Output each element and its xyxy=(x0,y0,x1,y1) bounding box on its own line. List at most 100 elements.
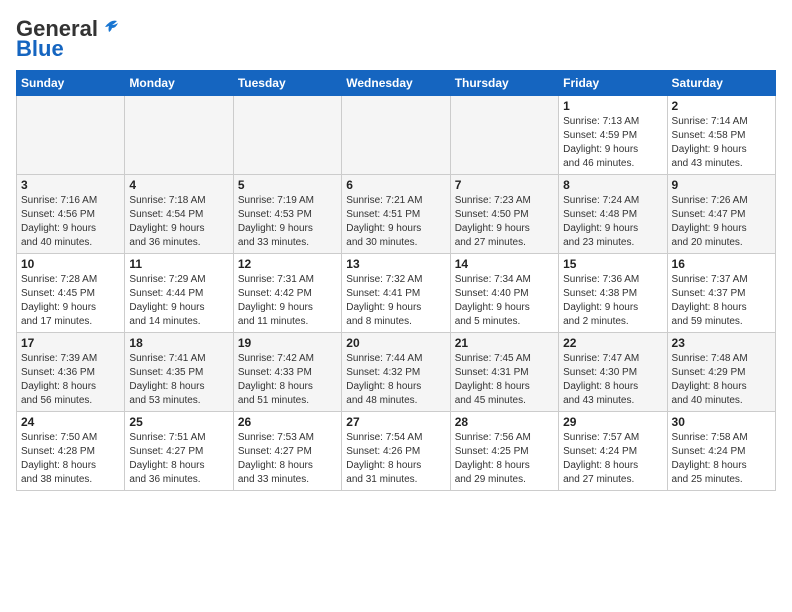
day-cell: 26 Sunrise: 7:53 AMSunset: 4:27 PMDayligh… xyxy=(233,412,341,491)
day-number: 20 xyxy=(346,336,445,350)
day-number: 3 xyxy=(21,178,120,192)
day-cell: 10 Sunrise: 7:28 AMSunset: 4:45 PMDayligh… xyxy=(17,254,125,333)
day-number: 11 xyxy=(129,257,228,271)
day-cell: 19Sunrise: 7:42 AMSunset: 4:33 PMDayligh… xyxy=(233,333,341,412)
logo: General Blue xyxy=(16,16,122,62)
day-cell: 16 Sunrise: 7:37 AMSunset: 4:37 PMDayligh… xyxy=(667,254,775,333)
day-number: 21 xyxy=(455,336,554,350)
day-number: 23 xyxy=(672,336,771,350)
day-cell: 1 Sunrise: 7:13 AMSunset: 4:59 PMDaylight… xyxy=(559,96,667,175)
page-header: General Blue xyxy=(16,16,776,62)
day-number: 1 xyxy=(563,99,662,113)
day-cell: 12 Sunrise: 7:31 AMSunset: 4:42 PMDayligh… xyxy=(233,254,341,333)
logo-bird-icon xyxy=(99,18,121,40)
day-info: Sunrise: 7:53 AMSunset: 4:27 PMDaylight:… xyxy=(238,431,337,487)
day-number: 22 xyxy=(563,336,662,350)
day-number: 14 xyxy=(455,257,554,271)
day-number: 15 xyxy=(563,257,662,271)
day-info: Sunrise: 7:19 AMSunset: 4:53 PMDaylight:… xyxy=(238,194,337,250)
day-number: 24 xyxy=(21,415,120,429)
day-info: Sunrise: 7:14 AMSunset: 4:58 PMDaylight:… xyxy=(672,115,771,171)
day-cell: 14 Sunrise: 7:34 AMSunset: 4:40 PMDayligh… xyxy=(450,254,558,333)
day-cell: 2 Sunrise: 7:14 AMSunset: 4:58 PMDaylight… xyxy=(667,96,775,175)
weekday-header-sunday: Sunday xyxy=(17,71,125,96)
calendar: SundayMondayTuesdayWednesdayThursdayFrid… xyxy=(16,70,776,491)
day-cell xyxy=(125,96,233,175)
day-number: 8 xyxy=(563,178,662,192)
day-info: Sunrise: 7:42 AMSunset: 4:33 PMDaylight:… xyxy=(238,352,337,408)
day-number: 26 xyxy=(238,415,337,429)
day-number: 13 xyxy=(346,257,445,271)
day-info: Sunrise: 7:58 AMSunset: 4:24 PMDaylight:… xyxy=(672,431,771,487)
week-row-3: 10 Sunrise: 7:28 AMSunset: 4:45 PMDayligh… xyxy=(17,254,776,333)
day-info: Sunrise: 7:56 AMSunset: 4:25 PMDaylight:… xyxy=(455,431,554,487)
day-info: Sunrise: 7:28 AMSunset: 4:45 PMDaylight:… xyxy=(21,273,120,329)
day-cell: 5 Sunrise: 7:19 AMSunset: 4:53 PMDaylight… xyxy=(233,175,341,254)
day-info: Sunrise: 7:48 AMSunset: 4:29 PMDaylight:… xyxy=(672,352,771,408)
day-info: Sunrise: 7:23 AMSunset: 4:50 PMDaylight:… xyxy=(455,194,554,250)
day-info: Sunrise: 7:21 AMSunset: 4:51 PMDaylight:… xyxy=(346,194,445,250)
day-info: Sunrise: 7:34 AMSunset: 4:40 PMDaylight:… xyxy=(455,273,554,329)
day-cell: 24 Sunrise: 7:50 AMSunset: 4:28 PMDayligh… xyxy=(17,412,125,491)
day-info: Sunrise: 7:32 AMSunset: 4:41 PMDaylight:… xyxy=(346,273,445,329)
day-cell: 13 Sunrise: 7:32 AMSunset: 4:41 PMDayligh… xyxy=(342,254,450,333)
day-cell xyxy=(17,96,125,175)
day-info: Sunrise: 7:36 AMSunset: 4:38 PMDaylight:… xyxy=(563,273,662,329)
day-number: 5 xyxy=(238,178,337,192)
day-cell: 9 Sunrise: 7:26 AMSunset: 4:47 PMDaylight… xyxy=(667,175,775,254)
day-info: Sunrise: 7:29 AMSunset: 4:44 PMDaylight:… xyxy=(129,273,228,329)
day-info: Sunrise: 7:51 AMSunset: 4:27 PMDaylight:… xyxy=(129,431,228,487)
day-info: Sunrise: 7:50 AMSunset: 4:28 PMDaylight:… xyxy=(21,431,120,487)
weekday-header-row: SundayMondayTuesdayWednesdayThursdayFrid… xyxy=(17,71,776,96)
day-cell: 4 Sunrise: 7:18 AMSunset: 4:54 PMDaylight… xyxy=(125,175,233,254)
day-cell: 18 Sunrise: 7:41 AMSunset: 4:35 PMDayligh… xyxy=(125,333,233,412)
weekday-header-thursday: Thursday xyxy=(450,71,558,96)
week-row-5: 24 Sunrise: 7:50 AMSunset: 4:28 PMDayligh… xyxy=(17,412,776,491)
day-cell: 20 Sunrise: 7:44 AMSunset: 4:32 PMDayligh… xyxy=(342,333,450,412)
day-cell: 7 Sunrise: 7:23 AMSunset: 4:50 PMDaylight… xyxy=(450,175,558,254)
day-info: Sunrise: 7:24 AMSunset: 4:48 PMDaylight:… xyxy=(563,194,662,250)
day-number: 12 xyxy=(238,257,337,271)
day-number: 16 xyxy=(672,257,771,271)
day-cell: 17 Sunrise: 7:39 AMSunset: 4:36 PMDayligh… xyxy=(17,333,125,412)
day-info: Sunrise: 7:31 AMSunset: 4:42 PMDaylight:… xyxy=(238,273,337,329)
day-number: 2 xyxy=(672,99,771,113)
day-info: Sunrise: 7:37 AMSunset: 4:37 PMDaylight:… xyxy=(672,273,771,329)
day-info: Sunrise: 7:39 AMSunset: 4:36 PMDaylight:… xyxy=(21,352,120,408)
day-number: 30 xyxy=(672,415,771,429)
day-number: 29 xyxy=(563,415,662,429)
day-number: 10 xyxy=(21,257,120,271)
day-info: Sunrise: 7:44 AMSunset: 4:32 PMDaylight:… xyxy=(346,352,445,408)
day-cell: 15 Sunrise: 7:36 AMSunset: 4:38 PMDayligh… xyxy=(559,254,667,333)
day-cell: 6Sunrise: 7:21 AMSunset: 4:51 PMDaylight… xyxy=(342,175,450,254)
day-info: Sunrise: 7:18 AMSunset: 4:54 PMDaylight:… xyxy=(129,194,228,250)
day-cell: 22 Sunrise: 7:47 AMSunset: 4:30 PMDayligh… xyxy=(559,333,667,412)
day-info: Sunrise: 7:57 AMSunset: 4:24 PMDaylight:… xyxy=(563,431,662,487)
week-row-2: 3 Sunrise: 7:16 AMSunset: 4:56 PMDaylight… xyxy=(17,175,776,254)
day-info: Sunrise: 7:47 AMSunset: 4:30 PMDaylight:… xyxy=(563,352,662,408)
day-cell: 28 Sunrise: 7:56 AMSunset: 4:25 PMDayligh… xyxy=(450,412,558,491)
day-number: 28 xyxy=(455,415,554,429)
weekday-header-saturday: Saturday xyxy=(667,71,775,96)
week-row-4: 17 Sunrise: 7:39 AMSunset: 4:36 PMDayligh… xyxy=(17,333,776,412)
day-info: Sunrise: 7:13 AMSunset: 4:59 PMDaylight:… xyxy=(563,115,662,171)
weekday-header-tuesday: Tuesday xyxy=(233,71,341,96)
logo-blue: Blue xyxy=(16,36,64,62)
day-number: 7 xyxy=(455,178,554,192)
day-number: 17 xyxy=(21,336,120,350)
weekday-header-friday: Friday xyxy=(559,71,667,96)
day-number: 9 xyxy=(672,178,771,192)
day-cell xyxy=(342,96,450,175)
day-info: Sunrise: 7:41 AMSunset: 4:35 PMDaylight:… xyxy=(129,352,228,408)
day-cell: 11 Sunrise: 7:29 AMSunset: 4:44 PMDayligh… xyxy=(125,254,233,333)
day-number: 27 xyxy=(346,415,445,429)
day-info: Sunrise: 7:26 AMSunset: 4:47 PMDaylight:… xyxy=(672,194,771,250)
day-cell: 3 Sunrise: 7:16 AMSunset: 4:56 PMDaylight… xyxy=(17,175,125,254)
day-cell: 8 Sunrise: 7:24 AMSunset: 4:48 PMDaylight… xyxy=(559,175,667,254)
day-number: 18 xyxy=(129,336,228,350)
day-cell xyxy=(233,96,341,175)
day-number: 4 xyxy=(129,178,228,192)
day-cell: 23 Sunrise: 7:48 AMSunset: 4:29 PMDayligh… xyxy=(667,333,775,412)
day-info: Sunrise: 7:16 AMSunset: 4:56 PMDaylight:… xyxy=(21,194,120,250)
week-row-1: 1 Sunrise: 7:13 AMSunset: 4:59 PMDaylight… xyxy=(17,96,776,175)
